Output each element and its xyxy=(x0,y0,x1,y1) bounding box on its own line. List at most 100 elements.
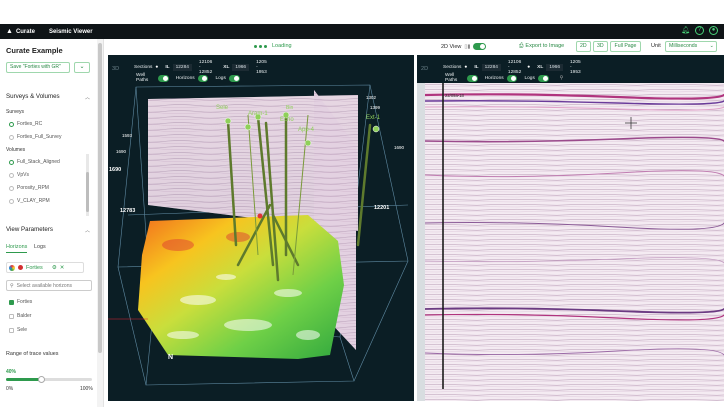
radio-icon xyxy=(9,185,14,191)
horizon-label: Forties xyxy=(17,299,33,305)
horizon-checkbox-forties[interactable]: Forties xyxy=(9,299,32,305)
2d-button[interactable]: 2D xyxy=(576,41,591,52)
2d-seismic-section[interactable] xyxy=(417,83,724,401)
radio-selected-icon xyxy=(9,121,14,127)
surveys-volumes-header[interactable]: Surveys & Volumes xyxy=(6,93,60,100)
2d-view-toggle[interactable] xyxy=(473,43,487,50)
viewer-toolbar: Loading 2D View ▯▮ ⎙ Export to Image 2D … xyxy=(104,39,724,55)
2d-view-label: 2D View xyxy=(441,43,462,50)
view-parameters-header[interactable]: View Parameters xyxy=(6,226,53,233)
3d-scene[interactable] xyxy=(108,55,414,401)
color-palette-icon[interactable] xyxy=(9,264,15,271)
app-name: Curate xyxy=(15,28,35,35)
horizon-chip[interactable]: Forties ⚙ ✕ xyxy=(6,262,84,273)
survey-option-forties-rc[interactable]: Forties_RC xyxy=(9,121,42,127)
axis-label: 12783 xyxy=(120,208,136,214)
search-icon: ⚲ xyxy=(10,282,14,289)
volume-option-porosity[interactable]: Porosity_RPM xyxy=(9,185,49,191)
volume-option-vpvs[interactable]: VpVs xyxy=(9,172,29,178)
range-min: 0% xyxy=(6,386,14,392)
export-image-button[interactable]: ⎙ Export to Image xyxy=(519,43,564,50)
horizon-search-input[interactable]: ⚲ Select available horizons xyxy=(6,280,92,291)
volume-label: Full_Stack_Aligned xyxy=(17,159,60,165)
unit-value: Milliseconds xyxy=(669,43,698,49)
3d-button[interactable]: 3D xyxy=(593,41,608,52)
surveys-label: Surveys xyxy=(6,109,25,115)
axis-label: 12201 xyxy=(374,205,390,211)
range-value: 40% xyxy=(6,369,17,375)
chevron-up-icon[interactable]: ︿ xyxy=(85,94,90,101)
sections-label: Sections xyxy=(443,65,462,70)
search-icon[interactable]: ⚲ xyxy=(560,76,564,81)
range-label: Range of trace values xyxy=(6,351,59,357)
checkbox-icon xyxy=(9,327,14,333)
il-input[interactable]: 12284 xyxy=(481,64,501,71)
checkbox-icon xyxy=(9,313,14,319)
well-paths-label: Well Paths xyxy=(445,73,458,83)
sidebar-scrollbar[interactable] xyxy=(97,39,103,407)
curate-logo-icon: ▲ xyxy=(6,28,13,35)
volume-label: VpVs xyxy=(17,172,29,178)
volume-option-full-stack[interactable]: Full_Stack_Aligned xyxy=(9,159,60,165)
3d-viewer-panel[interactable]: 3D Sections ● IL 12284 12106 - 12852 XL … xyxy=(108,55,414,401)
radio-icon xyxy=(9,172,14,178)
volumes-scrollbar[interactable] xyxy=(86,154,89,216)
range-max: 100% xyxy=(80,386,93,392)
close-icon[interactable]: ✕ xyxy=(60,265,65,271)
split-view-icon[interactable]: ▯▮ xyxy=(464,44,470,50)
survey-label: Forties_Full_Survey xyxy=(17,134,62,140)
horizon-search-placeholder: Select available horizons xyxy=(16,282,72,289)
horizon-checkbox-sele[interactable]: Sele xyxy=(9,327,27,333)
range-slider-handle[interactable] xyxy=(38,376,45,383)
save-dropdown[interactable]: Save "Forties with GR" xyxy=(6,62,70,73)
volume-option-vclay[interactable]: V_CLAY_RPM xyxy=(9,198,50,204)
project-title: Curate Example xyxy=(6,46,63,55)
horizons-label: Horizons xyxy=(484,75,504,81)
notification-bell-icon[interactable]: 🔔︎ xyxy=(681,26,690,35)
well-label: Ext-1 xyxy=(366,115,381,121)
well-label: Aram-1 xyxy=(248,111,268,117)
axis-label: 1302 xyxy=(366,95,377,100)
radio-icon xyxy=(9,198,14,204)
il-indicator-icon: ● xyxy=(464,65,468,70)
checkbox-checked-icon xyxy=(9,299,14,305)
horizon-label: Sele xyxy=(17,327,28,333)
axis-label: 1593 xyxy=(122,133,133,138)
well-label: Echo xyxy=(280,117,294,123)
app-logo[interactable]: ▲ Curate xyxy=(6,28,35,35)
radio-icon xyxy=(9,134,14,140)
logs-toggle[interactable] xyxy=(537,74,549,82)
well-paths-toggle[interactable] xyxy=(466,74,478,82)
volume-label: Porosity_RPM xyxy=(17,185,49,191)
xl-range: 1205 - 1953 xyxy=(569,60,581,75)
help-icon[interactable]: ? xyxy=(695,26,704,35)
volumes-label: Volumes xyxy=(6,147,26,153)
settings-icon[interactable]: ⚙ xyxy=(52,265,57,271)
volume-label: V_CLAY_RPM xyxy=(17,198,50,204)
tab-seismic-viewer[interactable]: Seismic Viewer xyxy=(49,29,93,35)
xl-input[interactable]: 1966 xyxy=(546,64,563,71)
horizons-toggle[interactable] xyxy=(506,74,518,82)
save-dropdown-caret-icon[interactable]: ⌄ xyxy=(74,62,90,73)
loading-indicator: Loading xyxy=(254,43,292,49)
well-label: App-4 xyxy=(298,127,315,133)
chevron-up-icon[interactable]: ︿ xyxy=(85,227,90,234)
north-arrow-label: N xyxy=(168,354,174,361)
user-avatar-icon[interactable]: ● xyxy=(709,26,718,35)
radio-selected-icon xyxy=(9,159,14,165)
tab-horizons[interactable]: Horizons xyxy=(6,244,28,253)
well-label: Sele xyxy=(216,105,229,111)
range-slider[interactable] xyxy=(6,376,92,383)
survey-option-forties-full[interactable]: Forties_Full_Survey xyxy=(9,134,61,140)
unit-select[interactable]: Milliseconds ⌄ xyxy=(665,41,717,52)
horizon-checkbox-balder[interactable]: Balder xyxy=(9,313,31,319)
axis-label: 1690 xyxy=(109,167,122,173)
tab-logs[interactable]: Logs xyxy=(34,244,46,250)
range-slider-fill xyxy=(6,378,41,381)
horizon-color-dot xyxy=(18,265,23,270)
2d-viewer-panel[interactable]: 2D Sections ● IL 12284 12106 - 12852 ● X… xyxy=(417,55,724,401)
full-page-button[interactable]: Full Page xyxy=(610,41,641,52)
app-header: ▲ Curate Seismic Viewer 🔔︎ ? ● xyxy=(0,24,724,39)
marker-pin xyxy=(257,213,263,219)
well-label: Bin xyxy=(286,105,294,111)
